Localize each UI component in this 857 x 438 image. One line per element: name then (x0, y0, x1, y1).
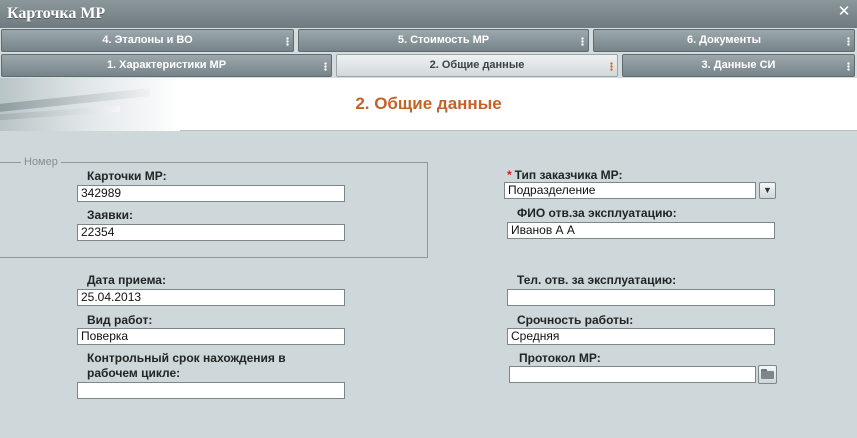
form-content: Номер Карточки МР: 342989 Заявки: 22354 … (0, 132, 857, 438)
work-type-label: Вид работ: (87, 313, 153, 327)
deadline-input[interactable] (77, 382, 345, 399)
date-label: Дата приема: (87, 273, 166, 287)
tab-harakteristiki[interactable]: 1. Характеристики МР (1, 54, 332, 77)
request-number-label: Заявки: (87, 208, 133, 222)
window-titlebar: Карточка МР ✕ (0, 0, 857, 28)
tab-label: 3. Данные СИ (701, 59, 776, 71)
grip-icon (847, 62, 850, 71)
deadline-label-line1: Контрольный срок нахождения в (87, 351, 286, 365)
tab-label: 1. Характеристики МР (106, 59, 227, 71)
tab-obshie-dannye[interactable]: 2. Общие данные (336, 54, 618, 77)
customer-type-label-text: Тип заказчика МР: (514, 168, 623, 182)
grip-icon (286, 37, 289, 46)
section-banner: 2. Общие данные (0, 78, 857, 131)
protocol-input[interactable] (509, 366, 756, 383)
page-title: 2. Общие данные (355, 94, 502, 113)
card-number-label: Карточки МР: (87, 169, 167, 183)
window-title: Карточка МР (7, 5, 106, 22)
required-mark: * (507, 168, 512, 182)
deadline-label-line2: рабочем цикле: (87, 366, 181, 380)
tab-etalony[interactable]: 4. Эталоны и ВО (1, 29, 294, 52)
close-icon[interactable]: ✕ (837, 3, 851, 21)
customer-type-label: * Тип заказчика МР: (507, 168, 623, 183)
tab-label: 5. Стоимость МР (397, 34, 490, 46)
fio-input[interactable]: Иванов А А (507, 222, 775, 239)
tab-row-bottom: 1. Характеристики МР 2. Общие данные 3. … (0, 53, 857, 78)
chevron-down-icon[interactable]: ▼ (759, 182, 776, 199)
date-input[interactable]: 25.04.2013 (77, 289, 345, 306)
grip-icon (324, 62, 327, 71)
tab-dannye-si[interactable]: 3. Данные СИ (622, 54, 855, 77)
group-legend: Номер (21, 156, 61, 168)
tab-label: 6. Документы (686, 34, 762, 46)
phone-input[interactable] (507, 289, 775, 306)
tab-label: 4. Эталоны и ВО (102, 34, 193, 46)
card-number-input[interactable]: 342989 (77, 185, 345, 202)
tab-row-top: 4. Эталоны и ВО 5. Стоимость МР 6. Докум… (0, 28, 857, 53)
fio-label: ФИО отв.за эксплуатацию: (517, 206, 677, 220)
grip-icon (610, 62, 613, 71)
grip-icon (581, 37, 584, 46)
urgency-input[interactable]: Средняя (507, 328, 775, 345)
group-nomer: Номер (0, 156, 428, 258)
protocol-label: Протокол МР: (519, 351, 601, 365)
tab-label: 2. Общие данные (429, 59, 525, 71)
work-type-input[interactable]: Поверка (77, 328, 345, 345)
grip-icon (847, 37, 850, 46)
customer-type-select[interactable]: Подразделение (504, 182, 756, 199)
phone-label: Тел. отв. за эксплуатацию: (517, 273, 677, 287)
urgency-label: Срочность работы: (517, 313, 634, 327)
tab-stoimost[interactable]: 5. Стоимость МР (298, 29, 589, 52)
tab-dokumenty[interactable]: 6. Документы (593, 29, 855, 52)
request-number-input[interactable]: 22354 (77, 224, 345, 241)
folder-open-icon[interactable] (758, 365, 777, 384)
